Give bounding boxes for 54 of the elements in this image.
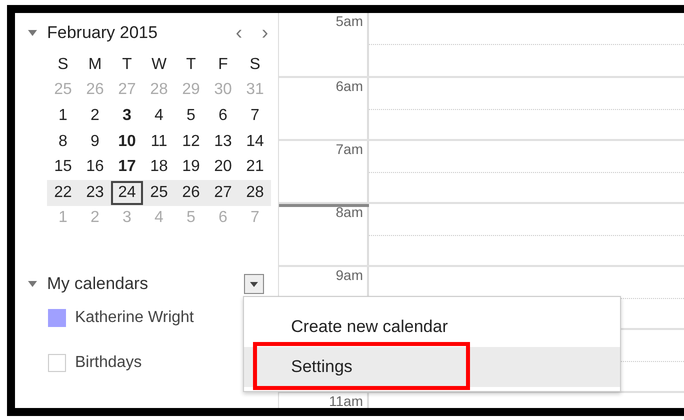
- date-cell[interactable]: 28: [239, 184, 271, 202]
- hour-label: 11am: [329, 393, 364, 408]
- date-cell[interactable]: 6: [207, 106, 239, 125]
- date-cell[interactable]: 10: [111, 132, 143, 151]
- date-cell[interactable]: 16: [79, 158, 111, 176]
- date-cell[interactable]: 24: [111, 180, 143, 205]
- collapse-icon[interactable]: [28, 30, 37, 36]
- hour-label: 8am: [336, 204, 364, 220]
- date-cell[interactable]: 8: [47, 132, 79, 151]
- date-cell[interactable]: 11: [143, 132, 175, 151]
- next-month-button[interactable]: ›: [252, 23, 278, 43]
- caret-icon: [250, 282, 258, 287]
- hour-label: 7am: [336, 141, 364, 157]
- calendar-checkbox[interactable]: [48, 308, 66, 327]
- date-cell[interactable]: 22: [47, 184, 79, 202]
- date-cell[interactable]: 23: [79, 184, 111, 202]
- date-cell[interactable]: 1: [47, 106, 79, 125]
- dropdown-button[interactable]: [244, 274, 264, 294]
- month-title: February 2015: [47, 23, 159, 43]
- date-cell[interactable]: 27: [207, 184, 239, 202]
- date-cell[interactable]: 4: [143, 106, 175, 125]
- weekday-label: W: [150, 56, 168, 74]
- hour-label: 5am: [336, 13, 364, 29]
- weekday-label: T: [185, 56, 197, 74]
- date-cell[interactable]: 20: [207, 158, 239, 176]
- collapse-icon[interactable]: [28, 281, 37, 288]
- calendar-checkbox[interactable]: [48, 354, 66, 372]
- date-cell[interactable]: 18: [143, 158, 175, 176]
- hour-label: 9am: [336, 267, 364, 283]
- date-cell[interactable]: 3: [111, 106, 143, 125]
- date-cell[interactable]: 7: [239, 106, 271, 125]
- calendar-name[interactable]: Birthdays: [75, 354, 142, 372]
- section-title: My calendars: [47, 274, 150, 294]
- date-cell[interactable]: 14: [239, 132, 271, 151]
- date-cell[interactable]: 5: [175, 106, 207, 125]
- menu-item[interactable]: Create new calendar: [244, 307, 620, 347]
- date-cell[interactable]: 21: [239, 158, 271, 176]
- previous-month-button[interactable]: ‹: [226, 23, 252, 43]
- weekday-label: S: [248, 56, 262, 74]
- weekday-label: T: [121, 56, 133, 74]
- date-cell[interactable]: 19: [175, 158, 207, 176]
- weekday-label: M: [87, 56, 103, 74]
- date-cell[interactable]: 26: [175, 184, 207, 202]
- date-cell[interactable]: 13: [207, 132, 239, 151]
- date-cell[interactable]: 9: [79, 132, 111, 151]
- weekday-label: S: [56, 56, 70, 74]
- date-cell[interactable]: 17: [111, 158, 143, 176]
- hour-label: 6am: [336, 78, 364, 94]
- date-cell[interactable]: 25: [143, 184, 175, 202]
- date-cell[interactable]: 15: [47, 158, 79, 176]
- date-cell[interactable]: 12: [175, 132, 207, 151]
- calendar-name[interactable]: Katherine Wright: [75, 308, 194, 327]
- weekday-label: F: [217, 56, 229, 74]
- date-cell[interactable]: 2: [79, 106, 111, 125]
